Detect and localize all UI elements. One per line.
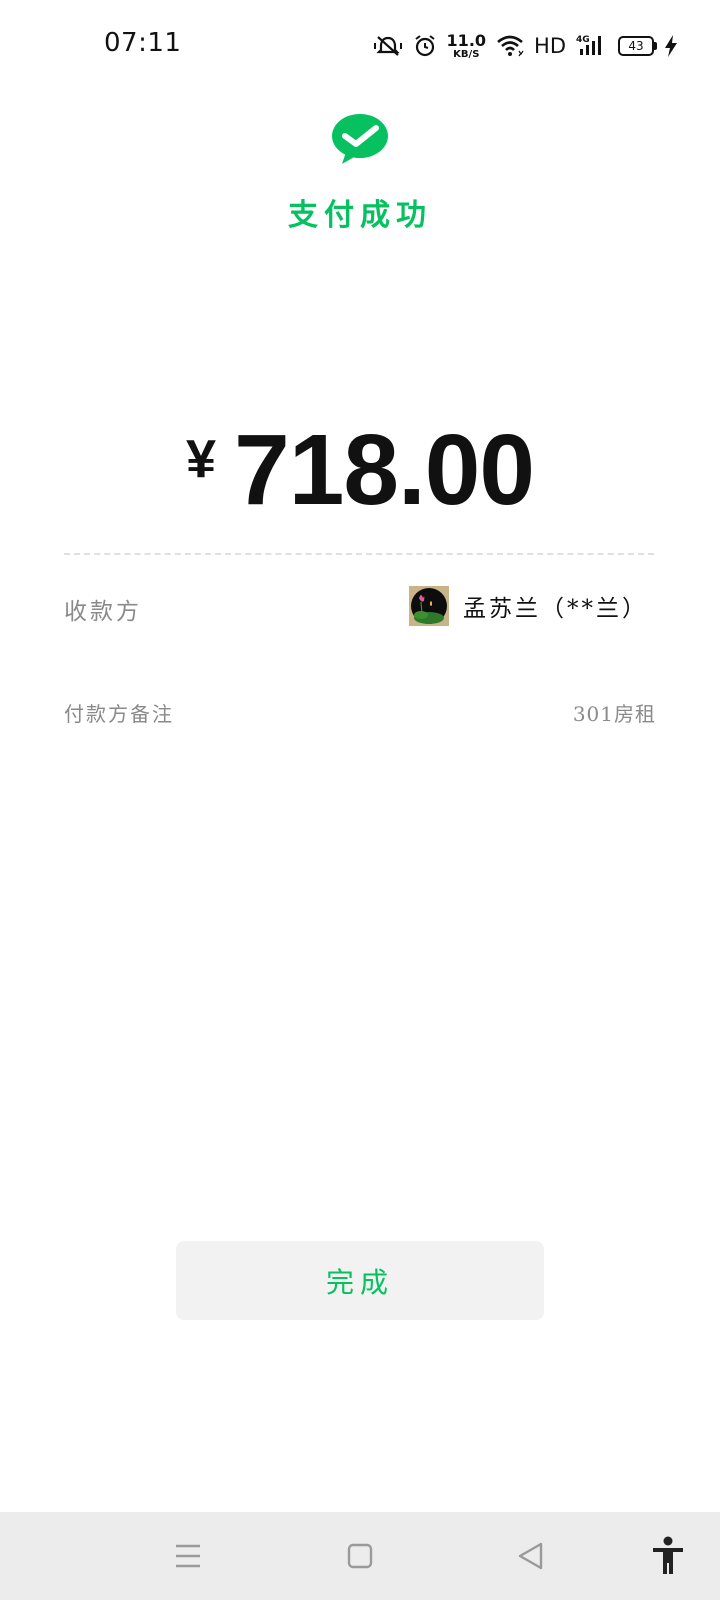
dashed-divider bbox=[64, 553, 654, 555]
alarm-icon bbox=[413, 34, 437, 58]
payee-name: 孟苏兰（**兰） bbox=[463, 596, 648, 622]
currency-symbol: ¥ bbox=[186, 429, 217, 489]
battery-icon: 43 bbox=[618, 36, 657, 56]
avatar bbox=[409, 586, 449, 626]
status-time: 07:11 bbox=[104, 28, 182, 58]
network-speed-value: 11.0 bbox=[446, 30, 487, 50]
charging-icon bbox=[664, 34, 678, 58]
status-icons: 11.0 KB/S HD 4G 43 bbox=[373, 26, 678, 66]
hd-indicator: HD bbox=[534, 34, 566, 58]
payee-label: 收款方 bbox=[64, 599, 142, 625]
amount-value: 718.00 bbox=[234, 414, 535, 526]
done-button[interactable]: 完成 bbox=[176, 1241, 544, 1320]
back-icon[interactable] bbox=[510, 1536, 550, 1576]
menu-icon[interactable] bbox=[168, 1536, 208, 1576]
remark-label: 付款方备注 bbox=[64, 702, 174, 726]
signal-icon: 4G bbox=[576, 33, 608, 59]
payment-success-screen: 07:11 11.0 KB/S HD 4G 43 支付成功 ¥ 718.00 收… bbox=[0, 0, 720, 1600]
vibrate-mute-icon bbox=[373, 34, 403, 58]
remark-value: 301房租 bbox=[572, 702, 656, 726]
payee-info: 孟苏兰（**兰） bbox=[409, 586, 648, 626]
status-bar: 07:11 11.0 KB/S HD 4G 43 bbox=[0, 0, 720, 90]
wechat-pay-icon bbox=[330, 112, 390, 168]
network-speed-unit: KB/S bbox=[453, 48, 480, 60]
payment-amount: ¥ 718.00 bbox=[0, 418, 720, 523]
battery-level: 43 bbox=[628, 39, 644, 53]
success-title: 支付成功 bbox=[288, 198, 432, 233]
navigation-bar bbox=[0, 1512, 720, 1600]
wifi-icon bbox=[496, 34, 524, 58]
network-speed: 11.0 KB/S bbox=[446, 30, 487, 60]
network-type-label: 4G bbox=[576, 35, 590, 45]
home-icon[interactable] bbox=[340, 1536, 380, 1576]
accessibility-icon[interactable] bbox=[648, 1536, 688, 1576]
